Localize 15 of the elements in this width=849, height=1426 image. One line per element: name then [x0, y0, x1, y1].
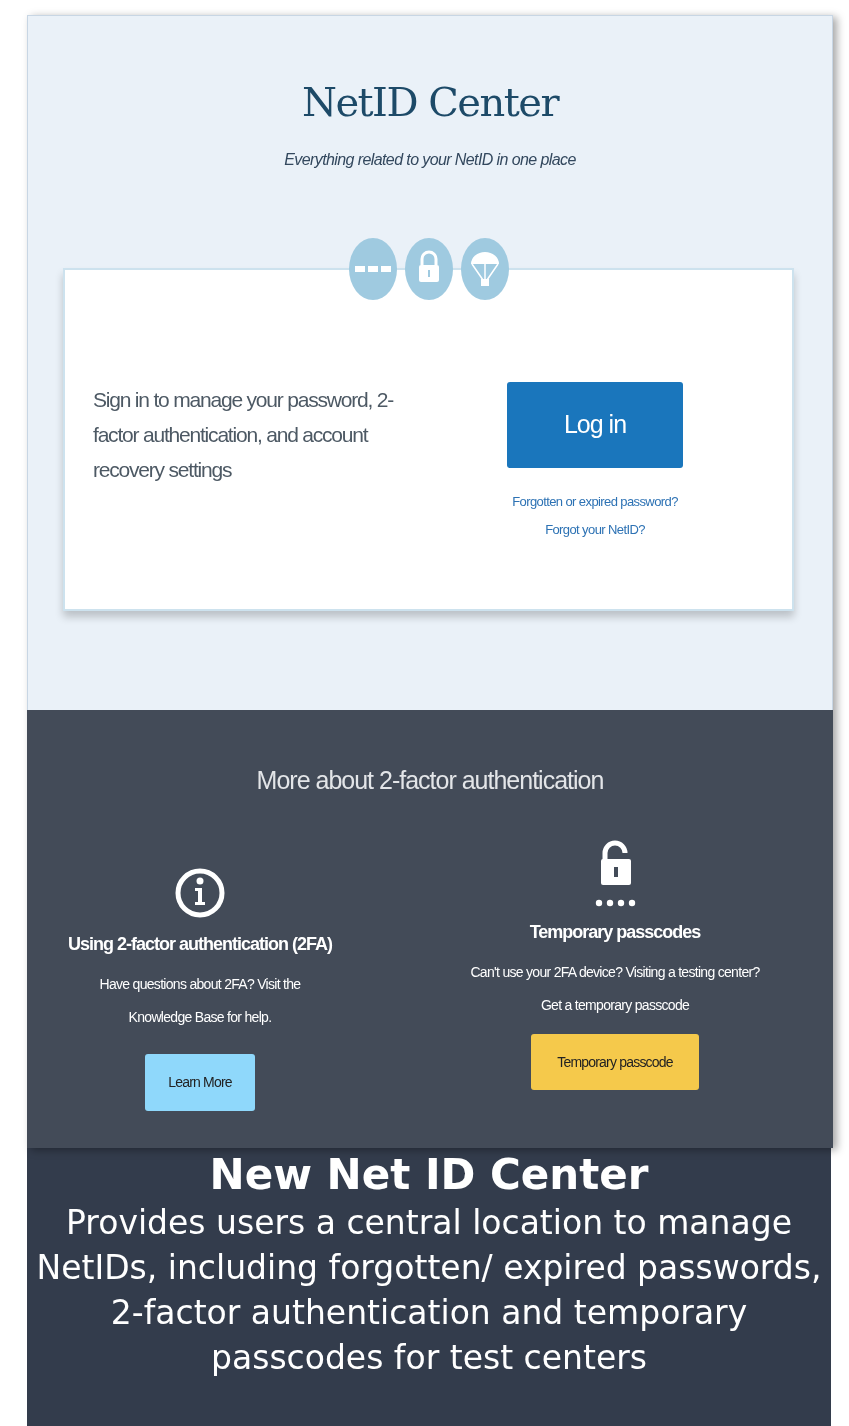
item-title: Temporary passcodes: [529, 921, 701, 944]
section-heading: More about 2-factor authentication: [255, 765, 605, 795]
page-title: NetID Center: [300, 78, 560, 126]
item-description: Can't use your 2FA device? Visiting a testing center? Get a temporary passcode: [469, 963, 761, 1015]
item-title: Using 2-factor authentication (2FA): [68, 933, 332, 956]
learn-more-button[interactable]: Learn More: [145, 1054, 255, 1111]
help-link[interactable]: Forgot your NetID?: [545, 516, 645, 544]
temporary-passcode-button[interactable]: Temporary passcode: [531, 1034, 699, 1090]
sign-in-description: Sign in to manage your password, 2-factor authentication, and account recovery settings: [93, 387, 395, 483]
login-button[interactable]: Log in: [507, 382, 683, 468]
caption-title: New Net ID Center: [208, 1150, 650, 1200]
page-subtitle: Everything related to your NetID in one place: [283, 150, 577, 170]
caption-text: Provides users a central location to manage NetIDs, including forgotten/ expired passwords, 2-factor authentication and temporary passcodes for test centers: [35, 1202, 823, 1379]
help-link[interactable]: Forgotten or expired password?: [512, 488, 678, 516]
item-description: Have questions about 2FA? Visit the Knowledge Base for help.: [98, 975, 302, 1027]
